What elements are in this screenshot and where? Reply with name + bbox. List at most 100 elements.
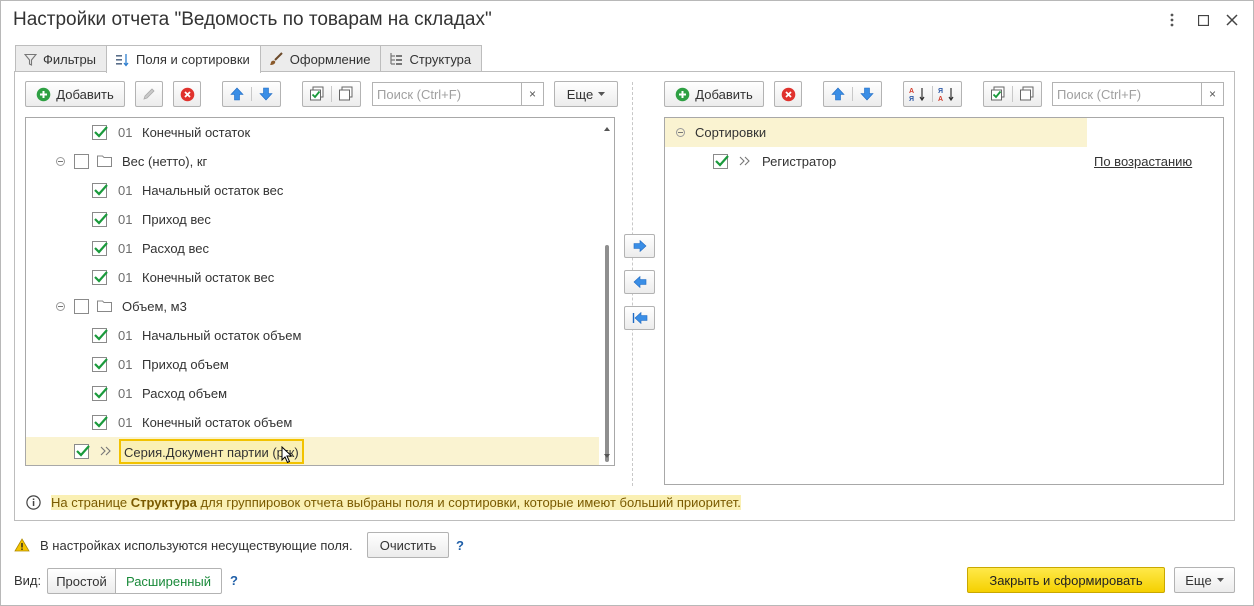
field-row[interactable]: 01 Приход вес xyxy=(26,205,599,234)
field-row[interactable]: 01 Конечный остаток xyxy=(26,118,599,147)
group-label: Вес (нетто), кг xyxy=(122,154,208,169)
field-type-icon: 01 xyxy=(118,357,133,372)
field-checkbox[interactable] xyxy=(92,183,108,198)
field-checkbox[interactable] xyxy=(92,241,108,256)
field-type-icon: 01 xyxy=(118,328,133,343)
add-field-label: Добавить xyxy=(56,86,114,102)
sort-tree[interactable]: Сортировки Регистратор По возрастанию xyxy=(664,117,1224,485)
field-label-editing[interactable]: Серия.Документ партии (ргк) xyxy=(119,439,304,464)
checkmark-icon xyxy=(94,387,108,399)
field-type-icon: 01 xyxy=(118,270,133,285)
field-row[interactable]: 01 Приход объем xyxy=(26,350,599,379)
double-chevron-icon xyxy=(739,156,750,166)
sort-search-input[interactable] xyxy=(1053,83,1201,105)
sort-item-checkbox[interactable] xyxy=(713,154,729,169)
field-checkbox[interactable] xyxy=(92,270,108,285)
field-checkbox[interactable] xyxy=(92,415,108,430)
add-field-button[interactable]: Добавить xyxy=(25,81,125,107)
field-row[interactable]: Серия.Документ партии (ргк) xyxy=(26,437,599,465)
collapse-icon[interactable] xyxy=(676,128,685,137)
more-left-button[interactable]: Еще xyxy=(554,81,618,107)
tab-appearance-label: Оформление xyxy=(289,51,371,67)
fields-scrollbar[interactable] xyxy=(600,118,614,465)
info-suffix: для группировок отчета выбраны поля и со… xyxy=(196,495,741,510)
field-row[interactable]: 01 Расход объем xyxy=(26,379,599,408)
sort-descending-button[interactable]: ЯA xyxy=(933,86,961,102)
fields-tree[interactable]: 01 Конечный остаток Вес (нетто), кг 01 Начал… xyxy=(25,117,615,466)
field-label: Приход объем xyxy=(142,357,229,372)
group-checkbox[interactable] xyxy=(74,299,89,314)
close-and-generate-button[interactable]: Закрыть и сформировать xyxy=(967,567,1165,593)
group-checkbox[interactable] xyxy=(74,154,89,169)
sort-item-row[interactable]: Регистратор По возрастанию xyxy=(665,147,1223,176)
field-checkbox[interactable] xyxy=(74,444,90,459)
field-checkbox[interactable] xyxy=(92,212,108,227)
view-help[interactable]: ? xyxy=(230,573,238,588)
field-checkbox[interactable] xyxy=(92,357,108,372)
collapse-icon[interactable] xyxy=(56,302,65,311)
field-row[interactable]: 01 Начальный остаток объем xyxy=(26,321,599,350)
add-to-sort-button[interactable] xyxy=(624,234,655,258)
move-up-button[interactable] xyxy=(223,87,252,101)
maximize-icon[interactable] xyxy=(1195,12,1211,28)
sort-ascending-button[interactable]: AЯ xyxy=(904,86,933,102)
svg-text:A: A xyxy=(938,96,943,102)
view-simple-label: Простой xyxy=(56,573,107,589)
clear-button[interactable]: Очистить xyxy=(367,532,449,558)
clear-search-button[interactable]: × xyxy=(521,83,543,105)
sort-search: × xyxy=(1052,82,1224,106)
scroll-thumb[interactable] xyxy=(605,245,609,462)
close-and-generate-label: Закрыть и сформировать xyxy=(989,572,1143,588)
tab-fields-sort[interactable]: Поля и сортировки xyxy=(106,45,261,73)
field-row[interactable]: 01 Начальный остаток вес xyxy=(26,176,599,205)
field-type-icon: 01 xyxy=(118,125,133,140)
field-checkbox[interactable] xyxy=(92,328,108,343)
sort-move-down-button[interactable] xyxy=(853,87,881,101)
remove-from-sort-button[interactable] xyxy=(624,270,655,294)
remove-all-from-sort-button[interactable] xyxy=(624,306,655,330)
field-row[interactable]: 01 Конечный остаток объем xyxy=(26,408,599,437)
sort-check-all-button[interactable] xyxy=(984,86,1013,102)
uncheck-all-icon xyxy=(338,86,353,101)
field-checkbox[interactable] xyxy=(92,386,108,401)
fields-search-input[interactable] xyxy=(373,83,521,105)
delete-icon xyxy=(781,87,795,101)
delete-button[interactable] xyxy=(173,81,201,107)
filter-icon xyxy=(24,53,37,66)
sort-root-row[interactable]: Сортировки xyxy=(665,118,1087,147)
field-checkbox[interactable] xyxy=(92,125,108,140)
more-footer-button[interactable]: Еще xyxy=(1174,567,1235,593)
add-sort-button[interactable]: Добавить xyxy=(664,81,764,107)
view-extended-button[interactable]: Расширенный xyxy=(115,568,222,594)
view-simple-button[interactable]: Простой xyxy=(47,568,116,594)
sort-item-label: Регистратор xyxy=(762,154,837,169)
collapse-icon[interactable] xyxy=(56,157,65,166)
field-group-row[interactable]: Вес (нетто), кг xyxy=(26,147,599,176)
arrow-up-icon xyxy=(831,87,845,101)
sort-uncheck-all-button[interactable] xyxy=(1013,86,1041,102)
sort-direction-link[interactable]: По возрастанию xyxy=(1094,154,1192,169)
clear-sort-search-button[interactable]: × xyxy=(1201,83,1223,105)
warning-help[interactable]: ? xyxy=(456,538,464,553)
sort-move-up-button[interactable] xyxy=(824,87,853,101)
field-row[interactable]: 01 Конечный остаток вес xyxy=(26,263,599,292)
edit-button[interactable] xyxy=(135,81,163,107)
field-row[interactable]: 01 Расход вес xyxy=(26,234,599,263)
tab-bar: Фильтры Поля и сортировки Оформление Стр… xyxy=(15,45,483,73)
field-group-row[interactable]: Объем, м3 xyxy=(26,292,599,321)
delete-sort-button[interactable] xyxy=(774,81,802,107)
tab-filters[interactable]: Фильтры xyxy=(15,45,108,72)
check-all-icon xyxy=(309,86,324,101)
check-all-button[interactable] xyxy=(303,86,332,102)
tab-structure[interactable]: Структура xyxy=(380,45,483,72)
info-message: На странице Структура для группировок от… xyxy=(51,495,741,510)
close-icon[interactable] xyxy=(1224,12,1240,28)
checkmark-icon xyxy=(94,358,108,370)
tab-appearance[interactable]: Оформление xyxy=(259,45,382,72)
more-icon[interactable] xyxy=(1164,12,1180,28)
delete-icon xyxy=(180,87,194,101)
field-label: Конечный остаток вес xyxy=(142,270,275,285)
uncheck-all-button[interactable] xyxy=(332,86,360,102)
move-down-button[interactable] xyxy=(252,87,280,101)
checkmark-icon xyxy=(94,271,108,283)
